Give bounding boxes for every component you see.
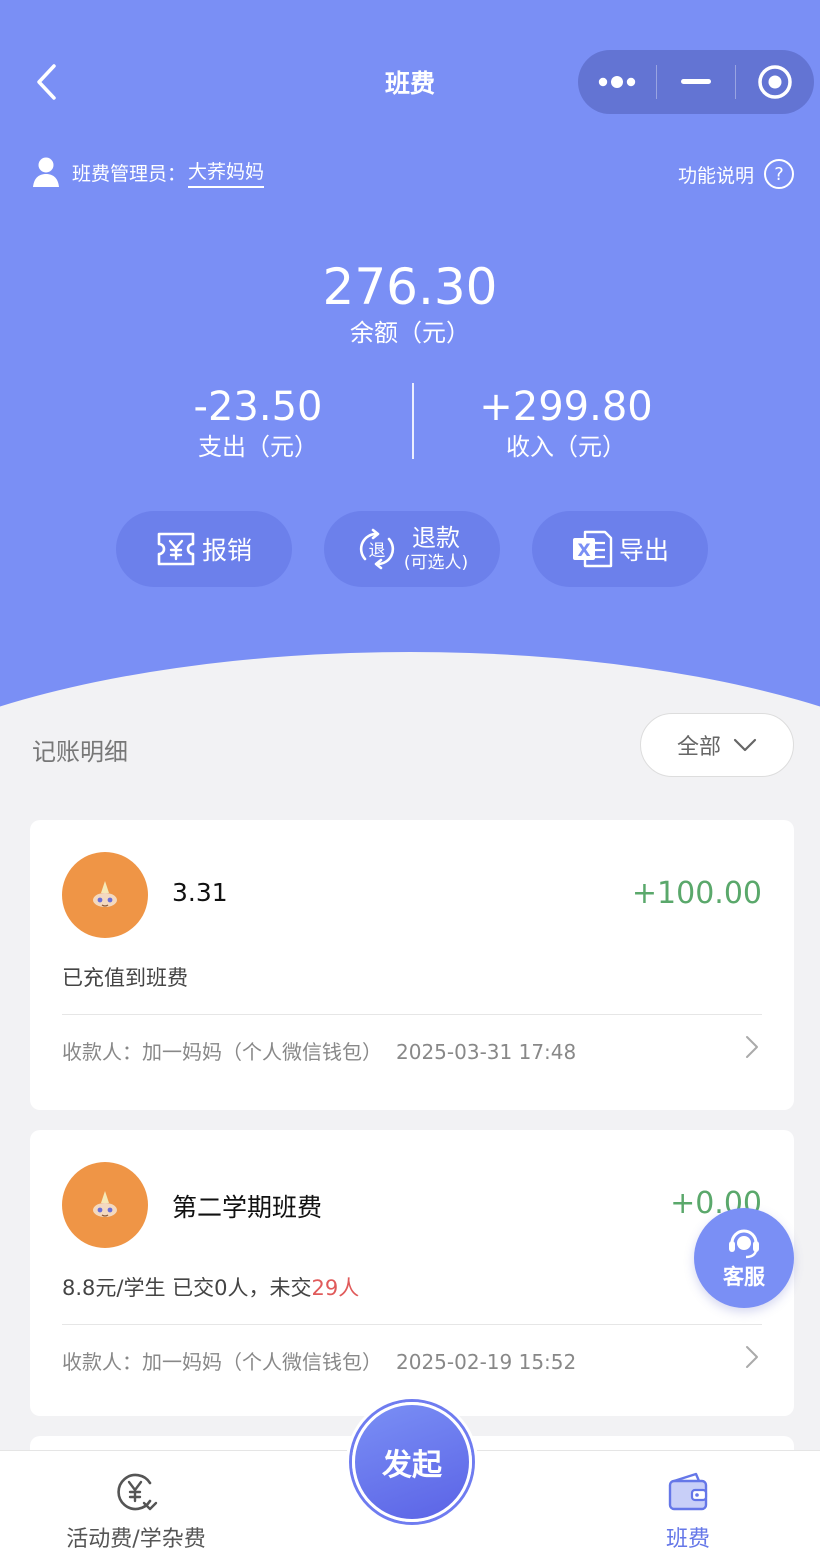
stat-divider <box>412 383 414 459</box>
expense-label: 支出（元） <box>198 433 318 461</box>
export-button[interactable]: X 导出 <box>532 511 708 587</box>
more-button[interactable] <box>578 50 656 114</box>
minimize-button[interactable] <box>657 50 735 114</box>
divider <box>62 1324 762 1325</box>
excel-icon-char: X <box>577 541 590 561</box>
refund-sublabel: (可选人) <box>403 553 469 573</box>
tab-activity-label: 活动费/学杂费 <box>66 1527 206 1550</box>
income-block: +299.80 收入（元） <box>416 384 716 462</box>
customer-service-label: 客服 <box>723 1265 765 1289</box>
record-payee: 收款人：加一妈妈（个人微信钱包） <box>62 1350 382 1374</box>
record-title: 3.31 <box>172 878 228 907</box>
wallet-icon <box>668 1472 708 1511</box>
admin-label: 班费管理员： <box>72 162 187 185</box>
admin-name-link[interactable]: 大荞妈妈 <box>188 157 265 188</box>
receipt-yen-icon <box>157 532 195 566</box>
record-footer: 收款人：加一妈妈（个人微信钱包） 2025-02-19 15:52 <box>62 1346 576 1375</box>
expense-value: -23.50 <box>193 384 323 430</box>
target-circle-icon <box>758 65 792 99</box>
headset-icon <box>729 1229 759 1259</box>
reimburse-button[interactable]: 报销 <box>116 511 292 587</box>
cartoon-avatar-icon <box>93 881 117 907</box>
tab-class-fee[interactable]: 班费 <box>598 1471 778 1550</box>
export-label: 导出 <box>618 536 669 565</box>
record-description-text: 8.8元/学生 已交0人，未交 <box>62 1276 312 1300</box>
header-panel: 班费 班费管理员： 大荞妈妈 功能说明 ? 276.30 余额（元） -23.5… <box>0 0 820 720</box>
reimburse-label: 报销 <box>201 536 252 565</box>
avatar <box>62 852 148 938</box>
divider <box>62 1014 762 1015</box>
record-date: 2025-02-19 15:52 <box>396 1350 577 1374</box>
minimize-icon <box>681 79 711 84</box>
record-date: 2025-03-31 17:48 <box>396 1040 577 1064</box>
balance-block: 276.30 余额（元） <box>0 256 820 348</box>
miniapp-capsule <box>578 50 814 114</box>
balance-value: 276.30 <box>322 258 498 316</box>
feature-help-label: 功能说明 <box>677 164 754 187</box>
record-card[interactable]: 第二学期班费 +0.00 8.8元/学生 已交0人，未交29人 收款人：加一妈妈… <box>30 1130 794 1416</box>
tab-activity-fees[interactable]: 活动费/学杂费 <box>46 1471 226 1550</box>
customer-service-button[interactable]: 客服 <box>694 1208 794 1308</box>
user-icon <box>33 157 59 187</box>
record-description: 已充值到班费 <box>62 966 188 990</box>
balance-label: 余额（元） <box>350 319 470 347</box>
chevron-right-icon <box>746 1346 758 1368</box>
more-dots-icon <box>598 76 636 88</box>
refund-cycle-icon: 退 <box>359 528 394 570</box>
record-title: 第二学期班费 <box>172 1193 323 1222</box>
close-miniapp-button[interactable] <box>736 50 814 114</box>
refund-button[interactable]: 退 退款 (可选人) <box>324 511 500 587</box>
feature-help-link[interactable]: 功能说明 ? <box>678 156 794 192</box>
launch-button[interactable]: 发起 <box>346 1396 478 1528</box>
chevron-down-icon <box>733 738 757 752</box>
refund-icon-char: 退 <box>368 541 385 561</box>
income-value: +299.80 <box>479 384 653 430</box>
cartoon-avatar-icon <box>93 1191 117 1217</box>
launch-label: 发起 <box>352 1402 472 1522</box>
chevron-right-icon <box>746 1036 758 1058</box>
refund-label: 退款 <box>411 524 460 552</box>
tab-class-fee-label: 班费 <box>665 1527 710 1550</box>
record-card[interactable]: 3.31 +100.00 已充值到班费 收款人：加一妈妈（个人微信钱包） 2025… <box>30 820 794 1110</box>
question-icon: ? <box>764 159 794 189</box>
unpaid-count: 29人 <box>311 1276 360 1300</box>
yen-coin-icon <box>117 1473 158 1511</box>
expense-block: -23.50 支出（元） <box>108 384 408 462</box>
excel-export-icon: X <box>572 530 613 568</box>
section-title: 记账明细 <box>32 738 128 766</box>
record-amount: +100.00 <box>631 876 762 911</box>
record-description: 8.8元/学生 已交0人，未交29人 <box>62 1272 359 1302</box>
admin-row: 班费管理员： 大荞妈妈 <box>32 152 265 192</box>
filter-dropdown[interactable]: 全部 <box>640 713 794 777</box>
record-footer: 收款人：加一妈妈（个人微信钱包） 2025-03-31 17:48 <box>62 1036 576 1065</box>
avatar <box>62 1162 148 1248</box>
income-label: 收入（元） <box>506 433 626 461</box>
hero-curve <box>0 652 820 720</box>
filter-value: 全部 <box>676 735 721 760</box>
record-payee: 收款人：加一妈妈（个人微信钱包） <box>62 1040 382 1064</box>
